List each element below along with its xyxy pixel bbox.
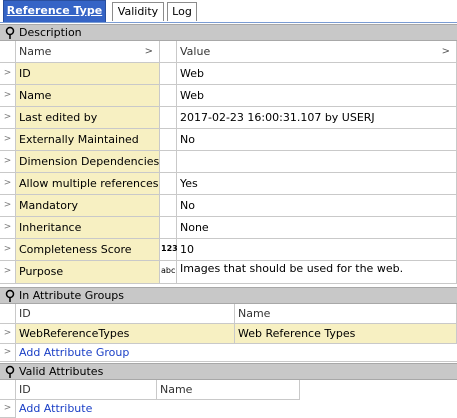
row-header — [0, 304, 16, 324]
table-row[interactable]: > Purpose abc Images that should be used fo… — [0, 261, 457, 284]
chevron-right-icon[interactable]: > — [0, 63, 16, 85]
property-value[interactable]: Yes — [177, 173, 457, 195]
description-section-header[interactable]: Description — [0, 24, 457, 41]
table-row[interactable]: > Dimension Dependencies — [0, 151, 457, 173]
description-header-row: Name > Value > — [0, 41, 457, 63]
type-indicator — [160, 217, 177, 239]
type-indicator — [160, 63, 177, 85]
table-row[interactable]: > Externally Maintained No — [0, 129, 457, 151]
property-name: Dimension Dependencies — [16, 151, 160, 173]
property-value[interactable]: Web — [177, 85, 457, 107]
type-indicator — [160, 107, 177, 129]
table-row[interactable]: > Completeness Score 123 10 — [0, 239, 457, 261]
tab-reference-type[interactable]: Reference Type — [3, 0, 106, 22]
table-row[interactable]: > Inheritance None — [0, 217, 457, 239]
property-name: Inheritance — [16, 217, 160, 239]
column-header-name[interactable]: Name — [157, 380, 300, 400]
property-value[interactable] — [177, 151, 457, 173]
text-type-icon: abc — [161, 266, 176, 275]
chevron-right-icon[interactable]: > — [0, 324, 16, 344]
attribute-group-name[interactable]: Web Reference Types — [235, 324, 457, 344]
type-indicator — [160, 195, 177, 217]
chevron-right-icon: > — [0, 400, 16, 418]
property-value[interactable]: 2017-02-23 16:00:31.107 by USERJ — [177, 107, 457, 129]
property-name: Purpose — [16, 261, 160, 284]
chevron-right-icon[interactable]: > — [0, 195, 16, 217]
type-indicator — [160, 85, 177, 107]
table-row[interactable]: > WebReferenceTypes Web Reference Types — [0, 324, 457, 344]
property-name: Last edited by — [16, 107, 160, 129]
table-row[interactable]: > Mandatory No — [0, 195, 457, 217]
add-attribute-group-row: > Add Attribute Group — [0, 344, 457, 362]
property-name: ID — [16, 63, 160, 85]
chevron-right-icon[interactable]: > — [0, 151, 16, 173]
property-value[interactable]: Web — [177, 63, 457, 85]
chevron-right-icon[interactable]: > — [442, 41, 450, 62]
table-row[interactable]: > Name Web — [0, 85, 457, 107]
property-name: Completeness Score — [16, 239, 160, 261]
chevron-right-icon[interactable]: > — [145, 41, 153, 62]
attribute-groups-header-row: ID Name — [0, 304, 457, 324]
column-header-id[interactable]: ID — [16, 304, 235, 324]
table-row[interactable]: > Allow multiple references Yes — [0, 173, 457, 195]
chevron-right-icon[interactable]: > — [0, 107, 16, 129]
column-header-value[interactable]: Value > — [177, 41, 457, 63]
property-value[interactable]: 10 — [177, 239, 457, 261]
type-indicator — [160, 173, 177, 195]
property-name: Mandatory — [16, 195, 160, 217]
pin-icon[interactable] — [4, 289, 16, 303]
attribute-group-id[interactable]: WebReferenceTypes — [16, 324, 235, 344]
table-row[interactable]: > ID Web — [0, 63, 457, 85]
chevron-right-icon[interactable]: > — [0, 129, 16, 151]
type-indicator — [160, 129, 177, 151]
valid-attributes-header-row: ID Name — [0, 380, 300, 400]
tab-bar: Reference Type Validity Log — [0, 0, 457, 23]
add-attribute-link[interactable]: Add Attribute — [16, 400, 457, 418]
property-value[interactable]: No — [177, 195, 457, 217]
property-value[interactable]: None — [177, 217, 457, 239]
attribute-groups-section-header[interactable]: In Attribute Groups — [0, 287, 457, 304]
valid-attributes-section-title: Valid Attributes — [19, 365, 104, 378]
property-value[interactable]: No — [177, 129, 457, 151]
table-row[interactable]: > Last edited by 2017-02-23 16:00:31.107 b… — [0, 107, 457, 129]
add-attribute-group-link[interactable]: Add Attribute Group — [16, 344, 457, 362]
tab-validity[interactable]: Validity — [112, 2, 164, 21]
chevron-right-icon[interactable]: > — [0, 217, 16, 239]
row-header — [0, 380, 16, 400]
add-attribute-row: > Add Attribute — [0, 400, 457, 418]
row-header — [0, 41, 16, 63]
property-name: Allow multiple references — [16, 173, 160, 195]
type-column-header — [160, 41, 177, 63]
chevron-right-icon[interactable]: > — [0, 239, 16, 261]
pin-icon[interactable] — [4, 26, 16, 40]
chevron-right-icon[interactable]: > — [0, 85, 16, 107]
attribute-groups-section-title: In Attribute Groups — [19, 289, 124, 302]
chevron-right-icon[interactable]: > — [0, 261, 16, 284]
property-name: Name — [16, 85, 160, 107]
column-header-name[interactable]: Name > — [16, 41, 160, 63]
type-indicator: abc — [160, 261, 177, 284]
chevron-right-icon[interactable]: > — [0, 173, 16, 195]
property-value[interactable]: Images that should be used for the web. — [177, 261, 457, 284]
type-indicator — [160, 151, 177, 173]
chevron-right-icon: > — [0, 344, 16, 362]
type-indicator: 123 — [160, 239, 178, 261]
number-type-icon: 123 — [161, 244, 178, 253]
valid-attributes-section-header[interactable]: Valid Attributes — [0, 363, 457, 380]
column-header-name[interactable]: Name — [235, 304, 457, 324]
description-section-title: Description — [19, 26, 82, 39]
pin-icon[interactable] — [4, 365, 16, 379]
property-name: Externally Maintained — [16, 129, 160, 151]
tab-log[interactable]: Log — [167, 2, 197, 21]
column-header-id[interactable]: ID — [16, 380, 157, 400]
